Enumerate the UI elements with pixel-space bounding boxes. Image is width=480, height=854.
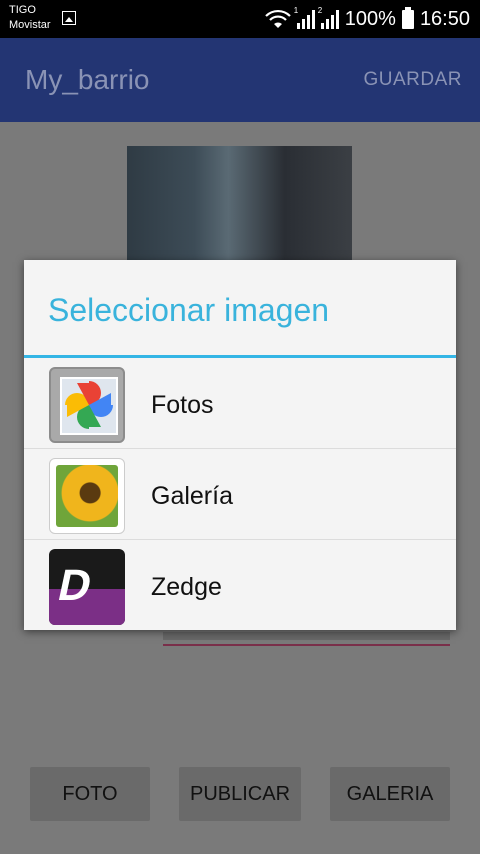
- sim1-label: 1: [293, 6, 299, 15]
- save-button[interactable]: GUARDAR: [363, 69, 462, 91]
- foto-button[interactable]: FOTO: [30, 767, 150, 821]
- wifi-icon: [265, 9, 291, 28]
- zedge-icon: D: [49, 549, 125, 625]
- carrier-1: TIGO: [9, 4, 36, 16]
- galeria-button[interactable]: GALERIA: [330, 767, 450, 821]
- carrier-names: TIGO Movistar: [9, 3, 51, 33]
- status-indicators: 1 2 100% 16:50: [265, 6, 470, 32]
- dialog-title: Seleccionar imagen: [48, 292, 330, 328]
- text-input-content: [163, 632, 450, 640]
- app-bar: My_barrio GUARDAR: [0, 38, 480, 122]
- image-icon: [62, 11, 76, 25]
- divider: [24, 448, 456, 449]
- photo-preview: [127, 146, 352, 266]
- signal-sim2-icon: 2: [317, 6, 339, 29]
- divider: [24, 539, 456, 540]
- option-label: Fotos: [151, 391, 214, 419]
- text-input-underline[interactable]: [163, 644, 450, 646]
- publicar-button[interactable]: PUBLICAR: [179, 767, 301, 821]
- option-fotos[interactable]: Fotos: [24, 359, 456, 449]
- status-bar: TIGO Movistar 1 2 100% 16:50: [0, 0, 480, 38]
- option-label: Galería: [151, 482, 233, 510]
- option-label: Zedge: [151, 573, 222, 601]
- sim2-label: 2: [317, 6, 323, 15]
- app-title: My_barrio: [25, 64, 150, 95]
- clock: 16:50: [419, 7, 470, 30]
- option-zedge[interactable]: D Zedge: [24, 541, 456, 631]
- option-galeria[interactable]: Galería: [24, 450, 456, 540]
- dialog-divider: [24, 355, 456, 358]
- signal-sim1-icon: 1: [293, 6, 315, 29]
- carrier-2: Movistar: [9, 19, 51, 31]
- select-image-dialog: Seleccionar imagen Fotos Galería D Zedge: [24, 260, 456, 630]
- battery-percent: 100%: [344, 7, 396, 30]
- google-photos-icon: [49, 367, 125, 443]
- gallery-sunflower-icon: [49, 458, 125, 534]
- battery-icon: [401, 6, 414, 29]
